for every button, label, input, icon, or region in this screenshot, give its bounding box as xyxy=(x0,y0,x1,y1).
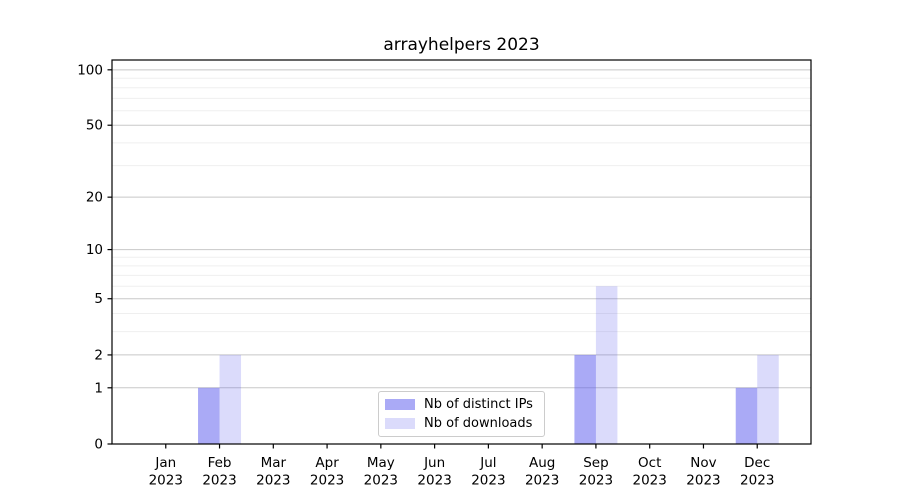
bar-downloads-sep-2023 xyxy=(596,286,618,444)
x-axis-tick-label-month: Apr xyxy=(315,455,339,471)
x-axis-tick-label-month: Dec xyxy=(744,455,770,471)
y-axis-tick-label: 0 xyxy=(94,437,103,453)
legend-label-distinct-ips: Nb of distinct IPs xyxy=(424,397,533,412)
x-axis-tick-label-year: 2023 xyxy=(740,473,774,489)
x-axis-tick-label-month: Oct xyxy=(638,455,661,471)
x-axis-tick-label-month: Aug xyxy=(529,455,555,471)
x-axis-tick-label-year: 2023 xyxy=(256,473,290,489)
legend-label-downloads: Nb of downloads xyxy=(424,416,532,431)
x-axis-tick-label-month: Feb xyxy=(208,455,232,471)
y-axis-tick-label: 50 xyxy=(86,118,103,134)
bar-downloads-dec-2023 xyxy=(757,355,779,444)
x-axis-tick-label-year: 2023 xyxy=(579,473,613,489)
x-axis-tick-label-month: Nov xyxy=(690,455,716,471)
x-axis-tick-label-year: 2023 xyxy=(417,473,451,489)
x-axis-tick-label-month: Jan xyxy=(154,455,176,471)
legend-item-distinct-ips: Nb of distinct IPs xyxy=(385,396,536,413)
x-axis-tick-label-year: 2023 xyxy=(202,473,236,489)
y-axis-tick-label: 1 xyxy=(94,380,103,396)
y-axis-tick-label: 100 xyxy=(77,62,103,78)
x-axis-tick-label-month: Jun xyxy=(423,455,445,471)
legend-swatch-downloads xyxy=(385,418,415,429)
bar-distinct-ips-dec-2023 xyxy=(736,388,758,444)
x-axis-tick-label-month: Sep xyxy=(583,455,608,471)
x-axis-tick-label-year: 2023 xyxy=(525,473,559,489)
x-axis-tick-label-year: 2023 xyxy=(471,473,505,489)
y-axis-tick-label: 5 xyxy=(94,291,103,307)
legend: Nb of distinct IPs Nb of downloads xyxy=(378,391,545,437)
bar-distinct-ips-feb-2023 xyxy=(198,388,220,444)
chart-title: arrayhelpers 2023 xyxy=(112,35,811,55)
legend-item-downloads: Nb of downloads xyxy=(385,416,536,433)
bar-downloads-feb-2023 xyxy=(220,355,242,444)
x-axis-tick-label-month: May xyxy=(367,455,395,471)
bar-distinct-ips-sep-2023 xyxy=(574,355,596,444)
x-axis-tick-label-year: 2023 xyxy=(310,473,344,489)
chart-figure: 0 1 2 5 10 20 50 100 Jan 2023 Feb 2023 Mar 2023 Apr 202… xyxy=(0,0,900,500)
x-axis-tick-label-year: 2023 xyxy=(686,473,720,489)
x-axis-tick-label-year: 2023 xyxy=(364,473,398,489)
y-axis-tick-label: 20 xyxy=(86,190,103,206)
x-axis-tick-label-year: 2023 xyxy=(633,473,667,489)
x-axis-tick-label-month: Mar xyxy=(261,455,287,471)
y-axis-tick-label: 2 xyxy=(94,347,103,363)
y-axis-tick-label: 10 xyxy=(86,242,103,258)
plot-border xyxy=(112,60,811,444)
x-axis-tick-label-year: 2023 xyxy=(149,473,183,489)
x-axis-tick-label-month: Jul xyxy=(479,455,496,471)
legend-swatch-distinct-ips xyxy=(385,399,415,410)
